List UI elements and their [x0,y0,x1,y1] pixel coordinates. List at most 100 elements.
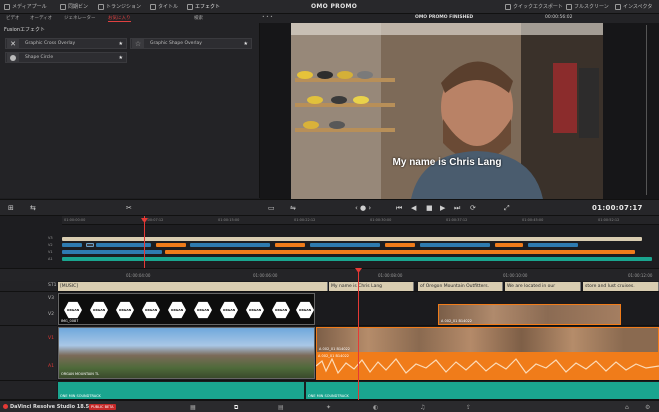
page-bar: DaVinci Resolve Studio 18.5 PUBLIC BETA … [0,400,659,412]
landscape-clip[interactable]: ORGAN MOUNTAIN TL [58,327,315,379]
edit-page-icon[interactable]: ▤ [278,404,284,411]
audio-meter [630,25,652,195]
mini-audio-clip[interactable] [62,257,652,261]
media-pool-button[interactable]: メディアプール [4,3,47,10]
music-clip[interactable]: ONE MIN SOUNDTRACK [58,382,304,399]
track-header-st1[interactable]: ST1 [0,281,57,292]
timeline-ruler[interactable]: 01:00:04:00 01:00:06:00 01:00:08:00 01:0… [0,268,659,281]
deliver-page-icon[interactable]: ⇪ [466,404,471,411]
tab-audio[interactable]: オーディオ [30,15,52,21]
tab-generators[interactable]: ジェネレーター [64,15,96,21]
subtitle-clip[interactable]: My name is Chris Lang [329,282,414,291]
fullscreen-viewer-icon[interactable]: ⤢ [504,204,510,213]
mini-clip[interactable] [165,250,635,254]
playhead[interactable] [355,268,362,400]
organ-logo-thumb: ORGAN [245,300,265,320]
sync-bin-button[interactable]: 同期ビン [60,3,88,10]
mini-clip[interactable] [156,243,186,247]
effect-graphic-cross-overlay[interactable]: ✕ Graphic Cross Overlay ★ [5,38,127,49]
timecode-display[interactable]: 01:00:07:17 [592,204,643,212]
star-icon[interactable]: ★ [119,55,123,61]
subtitle-clip[interactable]: store and lust cruises. [583,282,659,291]
mini-clip[interactable] [310,243,380,247]
jog-icon[interactable]: ‹ ● › [355,204,371,212]
interview-audio-clip[interactable]: A 002_01 B14022 [316,353,659,380]
meter-scale [646,25,647,195]
organ-logo-thumb: ORGAN [295,300,314,320]
home-icon[interactable]: ⌂ [625,404,629,411]
effect-graphic-shape-overlay[interactable]: ☆ Graphic Shape Overlay ★ [130,38,252,49]
effect-shape-circle[interactable]: Shape Circle ★ [5,52,127,63]
subtitle-clip[interactable]: [MUSIC] [58,282,328,291]
fairlight-page-icon[interactable]: ♫ [420,404,425,411]
video-frame [291,23,603,199]
track-header-v1[interactable]: V1 A1 [0,326,57,381]
mini-clip[interactable] [528,243,578,247]
mini-playhead[interactable] [141,216,148,268]
mini-subtitle-track[interactable] [62,237,642,241]
more-icon[interactable]: • • • [262,15,273,20]
titles-button[interactable]: タイトル [150,3,178,10]
resolve-logo-icon [3,404,8,409]
track-header-v2[interactable]: V3 V2 [0,292,57,326]
star-icon[interactable]: ★ [119,41,123,47]
mini-ruler[interactable]: 01:00:00:00 01:00:07:12 01:00:15:00 01:0… [62,216,659,225]
play-icon[interactable]: ▶ [440,204,445,212]
stop-icon[interactable]: ■ [426,204,433,212]
trim-icon[interactable]: ⇋ [290,204,296,212]
settings-icon[interactable]: ⚙ [645,404,650,411]
tab-favorites[interactable]: お気に入り [108,15,131,22]
monitor-icon[interactable]: ▭ [268,204,275,212]
fullscreen-button[interactable]: フルスクリーン [566,3,609,10]
quick-export-button[interactable]: クイックエクスポート [505,3,563,10]
mini-clip[interactable] [86,243,94,247]
transport-bar: ⊞ ⇆ ✂ ▭ ⇋ ‹ ● › ⏮ ◀ ■ ▶ ⏭ ⟳ ⤢ 01:00:07:1… [0,199,659,216]
color-page-icon[interactable]: ◐ [373,404,378,411]
interview-clip-v2[interactable]: A 002_01 B14022 [438,304,621,325]
scissors-icon[interactable]: ✂ [126,204,132,212]
transitions-icon [98,3,104,10]
mini-clip[interactable] [385,243,415,247]
fusion-page-icon[interactable]: ✦ [326,404,331,411]
link-icon[interactable]: ⇆ [30,204,36,212]
organ-logo-thumb: ORGAN [193,300,213,320]
ripple-icon[interactable]: ⊞ [8,204,14,212]
effects-button[interactable]: エフェクト [187,3,220,10]
tab-video[interactable]: ビデオ [6,15,20,21]
go-to-end-icon[interactable]: ⏭ [454,204,460,213]
cut-page-icon[interactable]: ⧉ [234,404,238,412]
effects-icon [187,3,193,10]
transitions-button[interactable]: トランジション [98,3,141,10]
media-page-icon[interactable]: ▦ [190,404,196,411]
sync-bin-icon [60,3,66,10]
mini-clip[interactable] [62,243,82,247]
viewer-header: • • • OMO PROMO FINISHED 00:00:56:02 [260,14,659,23]
mini-clip[interactable] [495,243,523,247]
mini-clip[interactable] [96,243,151,247]
cross-icon: ✕ [7,39,19,48]
organ-logo-thumb: ORGAN [271,300,291,320]
mini-clip[interactable] [190,243,270,247]
track-header-a2[interactable] [0,381,57,400]
mini-clip[interactable] [62,250,162,254]
go-to-start-icon[interactable]: ⏮ [396,204,402,213]
subtitle-clip[interactable]: of Oregon Mountain Outfitters. [418,282,503,291]
mini-clip[interactable] [275,243,305,247]
tab-search[interactable]: 検索 [194,15,203,21]
subtitle-clip[interactable]: We are located in our [505,282,581,291]
star-icon[interactable]: ★ [244,41,248,47]
organ-logo-thumb: ORGAN [167,300,187,320]
effects-panel: Fusionエフェクト ✕ Graphic Cross Overlay ★ ☆ … [0,23,260,198]
loop-icon[interactable]: ⟳ [470,204,476,212]
mini-clip[interactable] [420,243,490,247]
play-reverse-icon[interactable]: ◀ [411,204,416,212]
video-viewer[interactable]: My name is Chris Lang [291,23,603,199]
media-pool-icon [4,3,10,10]
logo-clip[interactable]: ORGAN ORGAN ORGAN ORGAN ORGAN ORGAN ORGA… [58,293,315,325]
timeline-name[interactable]: OMO PROMO FINISHED [415,15,473,20]
inspector-button[interactable]: インスペクタ [615,3,652,10]
mini-timeline[interactable]: 01:00:00:00 01:00:07:12 01:00:15:00 01:0… [0,216,659,268]
effects-tabs: ビデオ オーディオ ジェネレーター お気に入り 検索 [0,14,260,23]
interview-clip-v1[interactable]: A 002_01 B14022 [316,327,659,353]
clip-name: ONE MIN SOUNDTRACK [60,394,101,398]
